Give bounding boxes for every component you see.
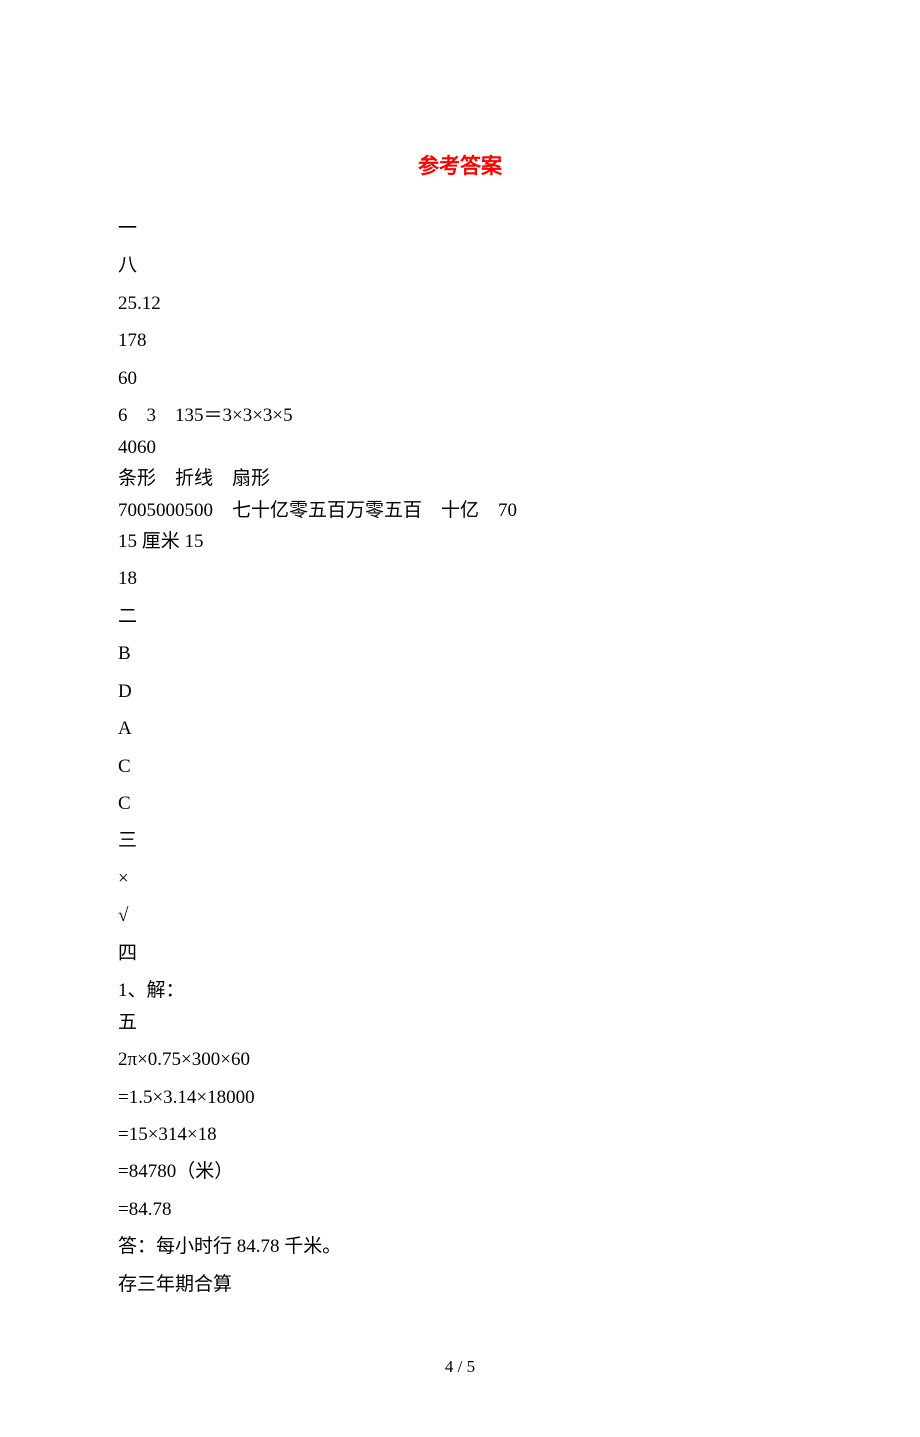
answer-line: 一	[118, 214, 802, 243]
answer-line: 2π×0.75×300×60	[118, 1045, 802, 1074]
answer-line: =15×314×18	[118, 1120, 802, 1149]
answer-line: 条形 折线 扇形	[118, 464, 802, 493]
answer-line: C	[118, 752, 802, 781]
page-number: 4 / 5	[118, 1357, 802, 1377]
answer-line: C	[118, 789, 802, 818]
page-title: 参考答案	[118, 150, 802, 180]
answer-line: A	[118, 714, 802, 743]
answer-line: 二	[118, 602, 802, 631]
answer-line: 4060	[118, 433, 802, 462]
answer-line: =84780（米）	[118, 1157, 802, 1186]
answer-line: 存三年期合算	[118, 1270, 802, 1299]
answer-line: 178	[118, 326, 802, 355]
answer-line: 6 3 135＝3×3×3×5	[118, 401, 802, 430]
answer-line: =84.78	[118, 1195, 802, 1224]
answer-line: 四	[118, 939, 802, 968]
answer-line: 25.12	[118, 289, 802, 318]
answer-line: ×	[118, 864, 802, 893]
answer-line: 八	[118, 251, 802, 280]
answer-line: 五	[118, 1008, 802, 1037]
answer-line: =1.5×3.14×18000	[118, 1083, 802, 1112]
answer-line: 答：每小时行 84.78 千米。	[118, 1232, 802, 1261]
answer-line: √	[118, 901, 802, 930]
answer-line: 三	[118, 826, 802, 855]
answer-line: D	[118, 677, 802, 706]
answer-line: 18	[118, 564, 802, 593]
answer-line: 7005000500 七十亿零五百万零五百 十亿 70	[118, 496, 802, 525]
answer-line: 15 厘米 15	[118, 527, 802, 556]
answer-line: 1、解：	[118, 976, 802, 1005]
answer-line: 60	[118, 364, 802, 393]
answer-line: B	[118, 639, 802, 668]
